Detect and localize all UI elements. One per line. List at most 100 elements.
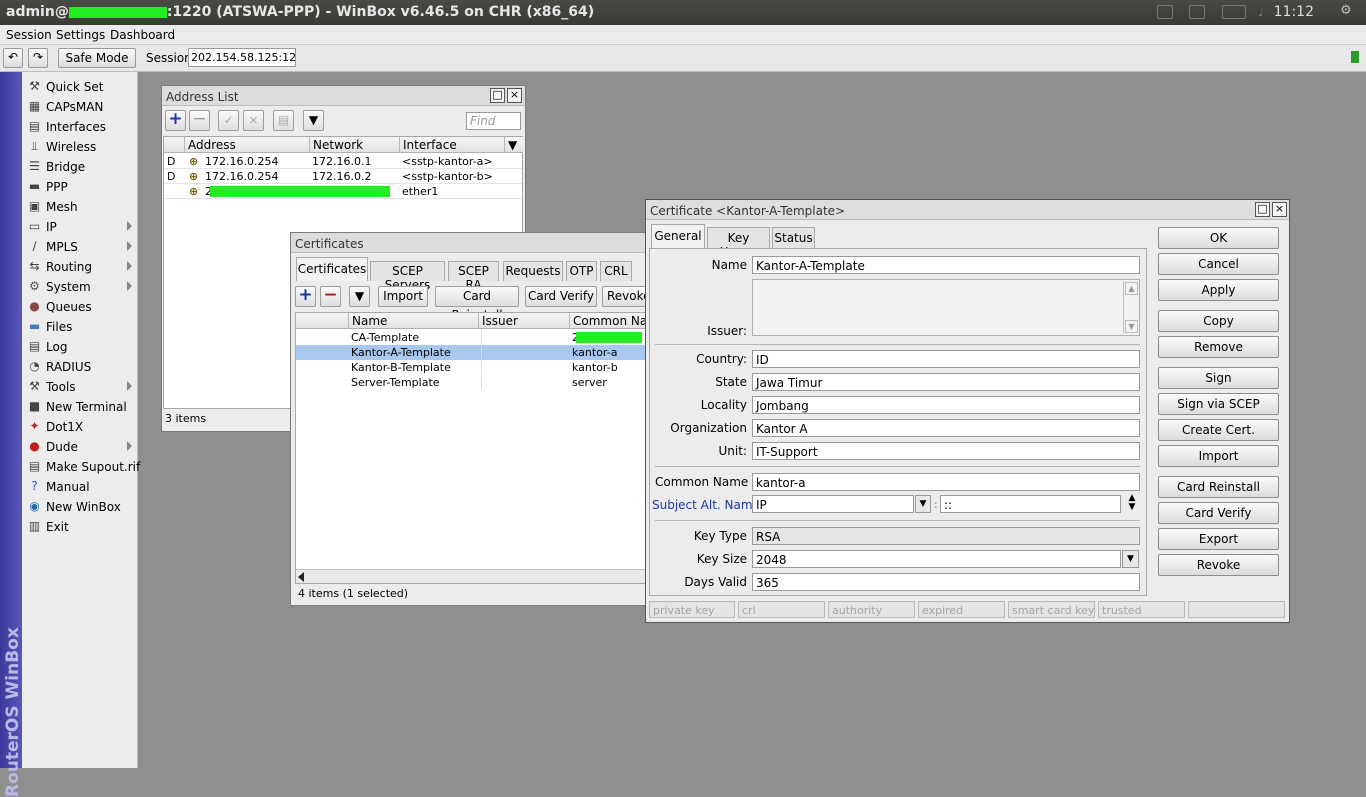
- card-verify-button[interactable]: Card Verify: [1158, 502, 1279, 524]
- tab-crl[interactable]: CRL: [600, 261, 632, 281]
- tab-key-usage[interactable]: Key Usage: [707, 227, 770, 259]
- sidebar-item-mpls[interactable]: ∕ MPLS: [24, 236, 136, 256]
- key-size-field[interactable]: 2048: [752, 550, 1121, 568]
- sidebar-item-capsman[interactable]: ▦ CAPsMAN: [24, 96, 136, 116]
- table-row[interactable]: D ⊕ 172.16.0.254 172.16.0.1 <sstp-kantor-a>: [164, 154, 522, 169]
- sidebar-item-ppp[interactable]: ▬ PPP: [24, 176, 136, 196]
- column-header-network[interactable]: Network: [310, 137, 400, 153]
- sidebar-item-ip[interactable]: ▭ IP: [24, 216, 136, 236]
- sidebar-item-system[interactable]: ⚙ System: [24, 276, 136, 296]
- sidebar-item-dude[interactable]: ● Dude: [24, 436, 136, 456]
- add-button[interactable]: +: [165, 110, 186, 131]
- column-header-interface[interactable]: Interface: [400, 137, 505, 153]
- close-icon[interactable]: ×: [1272, 202, 1287, 217]
- menu-session[interactable]: Session: [6, 28, 52, 42]
- column-header-address[interactable]: Address: [185, 137, 310, 153]
- tab-scep-servers[interactable]: SCEP Servers: [370, 261, 445, 292]
- sidebar-item-interfaces[interactable]: ▤ Interfaces: [24, 116, 136, 136]
- create-cert-request-button[interactable]: Create Cert. Request: [1158, 419, 1279, 457]
- card-verify-button[interactable]: Card Verify: [525, 286, 597, 307]
- sidebar-item-dot1x[interactable]: ✦ Dot1X: [24, 416, 136, 436]
- export-button[interactable]: Export: [1158, 528, 1279, 550]
- remove-button[interactable]: −: [189, 110, 210, 131]
- revoke-button[interactable]: Revoke: [1158, 554, 1279, 576]
- sidebar-item-radius[interactable]: ◔ RADIUS: [24, 356, 136, 376]
- organization-field[interactable]: Kantor A: [752, 419, 1140, 437]
- sidebar-item-bridge[interactable]: ☰ Bridge: [24, 156, 136, 176]
- country-field[interactable]: ID: [752, 350, 1140, 368]
- san-value-field[interactable]: ::: [940, 495, 1121, 513]
- certificates-titlebar[interactable]: Certificates: [291, 233, 651, 253]
- common-name-field[interactable]: kantor-a: [752, 473, 1140, 491]
- sidebar-item-quick-set[interactable]: ⚒ Quick Set: [24, 76, 136, 96]
- tab-status[interactable]: Status: [772, 227, 815, 248]
- tray-network-icon[interactable]: [1157, 5, 1173, 19]
- scroll-left-icon[interactable]: [298, 572, 304, 582]
- tray-volume-icon[interactable]: ♩: [1258, 5, 1274, 19]
- filter-button[interactable]: ▼: [349, 286, 370, 307]
- sidebar-item-exit[interactable]: ▥ Exit: [24, 516, 136, 536]
- tab-otp[interactable]: OTP: [566, 261, 597, 281]
- enable-button[interactable]: ✓: [218, 110, 239, 131]
- flag-column-header[interactable]: [296, 313, 349, 329]
- issuer-field[interactable]: ▲ ▼: [752, 279, 1140, 336]
- days-valid-field[interactable]: 365: [752, 573, 1140, 591]
- unit-field[interactable]: IT-Support: [752, 442, 1140, 460]
- filter-button[interactable]: ▼: [303, 110, 324, 131]
- comment-button[interactable]: ▤: [273, 110, 294, 131]
- maximize-icon[interactable]: □: [1255, 202, 1270, 217]
- issuer-scrollbar[interactable]: ▲ ▼: [1123, 281, 1138, 334]
- power-icon[interactable]: ⚙: [1340, 3, 1356, 18]
- san-updown-icon[interactable]: ▲ ▼: [1125, 494, 1139, 514]
- menu-dashboard[interactable]: Dashboard: [110, 28, 175, 42]
- redo-button[interactable]: ↷: [28, 48, 48, 68]
- sign-via-scep-button[interactable]: Sign via SCEP: [1158, 393, 1279, 415]
- import-button[interactable]: Import: [378, 286, 428, 307]
- table-row[interactable]: Server-Template server: [296, 375, 652, 390]
- column-header-name[interactable]: Name: [349, 313, 479, 329]
- sidebar-item-wireless[interactable]: ⫫ Wireless: [24, 136, 136, 156]
- sidebar-item-log[interactable]: ▤ Log: [24, 336, 136, 356]
- import-button[interactable]: Import: [1158, 445, 1279, 467]
- safe-mode-button[interactable]: Safe Mode: [58, 48, 136, 68]
- column-header-issuer[interactable]: Issuer: [479, 313, 570, 329]
- table-row[interactable]: Kantor-A-Template kantor-a: [296, 345, 652, 360]
- tab-certificates[interactable]: Certificates: [296, 257, 368, 281]
- close-icon[interactable]: ×: [507, 88, 522, 103]
- table-row[interactable]: D ⊕ 172.16.0.254 172.16.0.2 <sstp-kantor-b>: [164, 169, 522, 184]
- sidebar-item-make-supout-rif[interactable]: ▤ Make Supout.rif: [24, 456, 140, 476]
- name-field[interactable]: Kantor-A-Template: [752, 256, 1140, 274]
- cancel-button[interactable]: Cancel: [1158, 253, 1279, 275]
- state-field[interactable]: Jawa Timur: [752, 373, 1140, 391]
- sidebar-item-queues[interactable]: ● Queues: [24, 296, 136, 316]
- san-type-dropdown-icon[interactable]: ▼: [915, 495, 931, 513]
- key-size-dropdown-icon[interactable]: ▼: [1122, 550, 1139, 568]
- tab-general[interactable]: General: [651, 224, 705, 248]
- card-reinstall-button[interactable]: Card Reinstall: [435, 286, 519, 322]
- tray-keyboard-icon[interactable]: [1189, 5, 1205, 19]
- sidebar-item-tools[interactable]: ⚒ Tools: [24, 376, 136, 396]
- scroll-up-icon[interactable]: ▲: [1125, 282, 1138, 295]
- add-button[interactable]: +: [295, 286, 316, 307]
- find-input[interactable]: Find: [466, 112, 521, 130]
- tab-scep-ra[interactable]: SCEP RA: [448, 261, 499, 292]
- flag-column-header[interactable]: [164, 137, 185, 153]
- session-field[interactable]: 202.154.58.125:1220: [188, 48, 296, 67]
- sidebar-item-manual[interactable]: ? Manual: [24, 476, 136, 496]
- column-dropdown-icon[interactable]: ▼: [505, 137, 523, 153]
- ok-button[interactable]: OK: [1158, 227, 1279, 249]
- tray-battery-icon[interactable]: [1222, 5, 1246, 19]
- undo-button[interactable]: ↶: [3, 48, 23, 68]
- column-header-common-name[interactable]: Common Name: [570, 313, 653, 329]
- disable-button[interactable]: ×: [243, 110, 264, 131]
- subject-alt-name-label[interactable]: Subject Alt. Name: [652, 498, 760, 512]
- locality-field[interactable]: Jombang: [752, 396, 1140, 414]
- san-type-field[interactable]: IP: [752, 495, 914, 513]
- sidebar-item-new-winbox[interactable]: ◉ New WinBox: [24, 496, 136, 516]
- sign-button[interactable]: Sign: [1158, 367, 1279, 389]
- table-row[interactable]: CA-Template2: [296, 330, 652, 345]
- apply-button[interactable]: Apply: [1158, 279, 1279, 301]
- sidebar-item-files[interactable]: ▬ Files: [24, 316, 136, 336]
- sidebar-item-routing[interactable]: ⇆ Routing: [24, 256, 136, 276]
- card-reinstall-button[interactable]: Card Reinstall: [1158, 476, 1279, 498]
